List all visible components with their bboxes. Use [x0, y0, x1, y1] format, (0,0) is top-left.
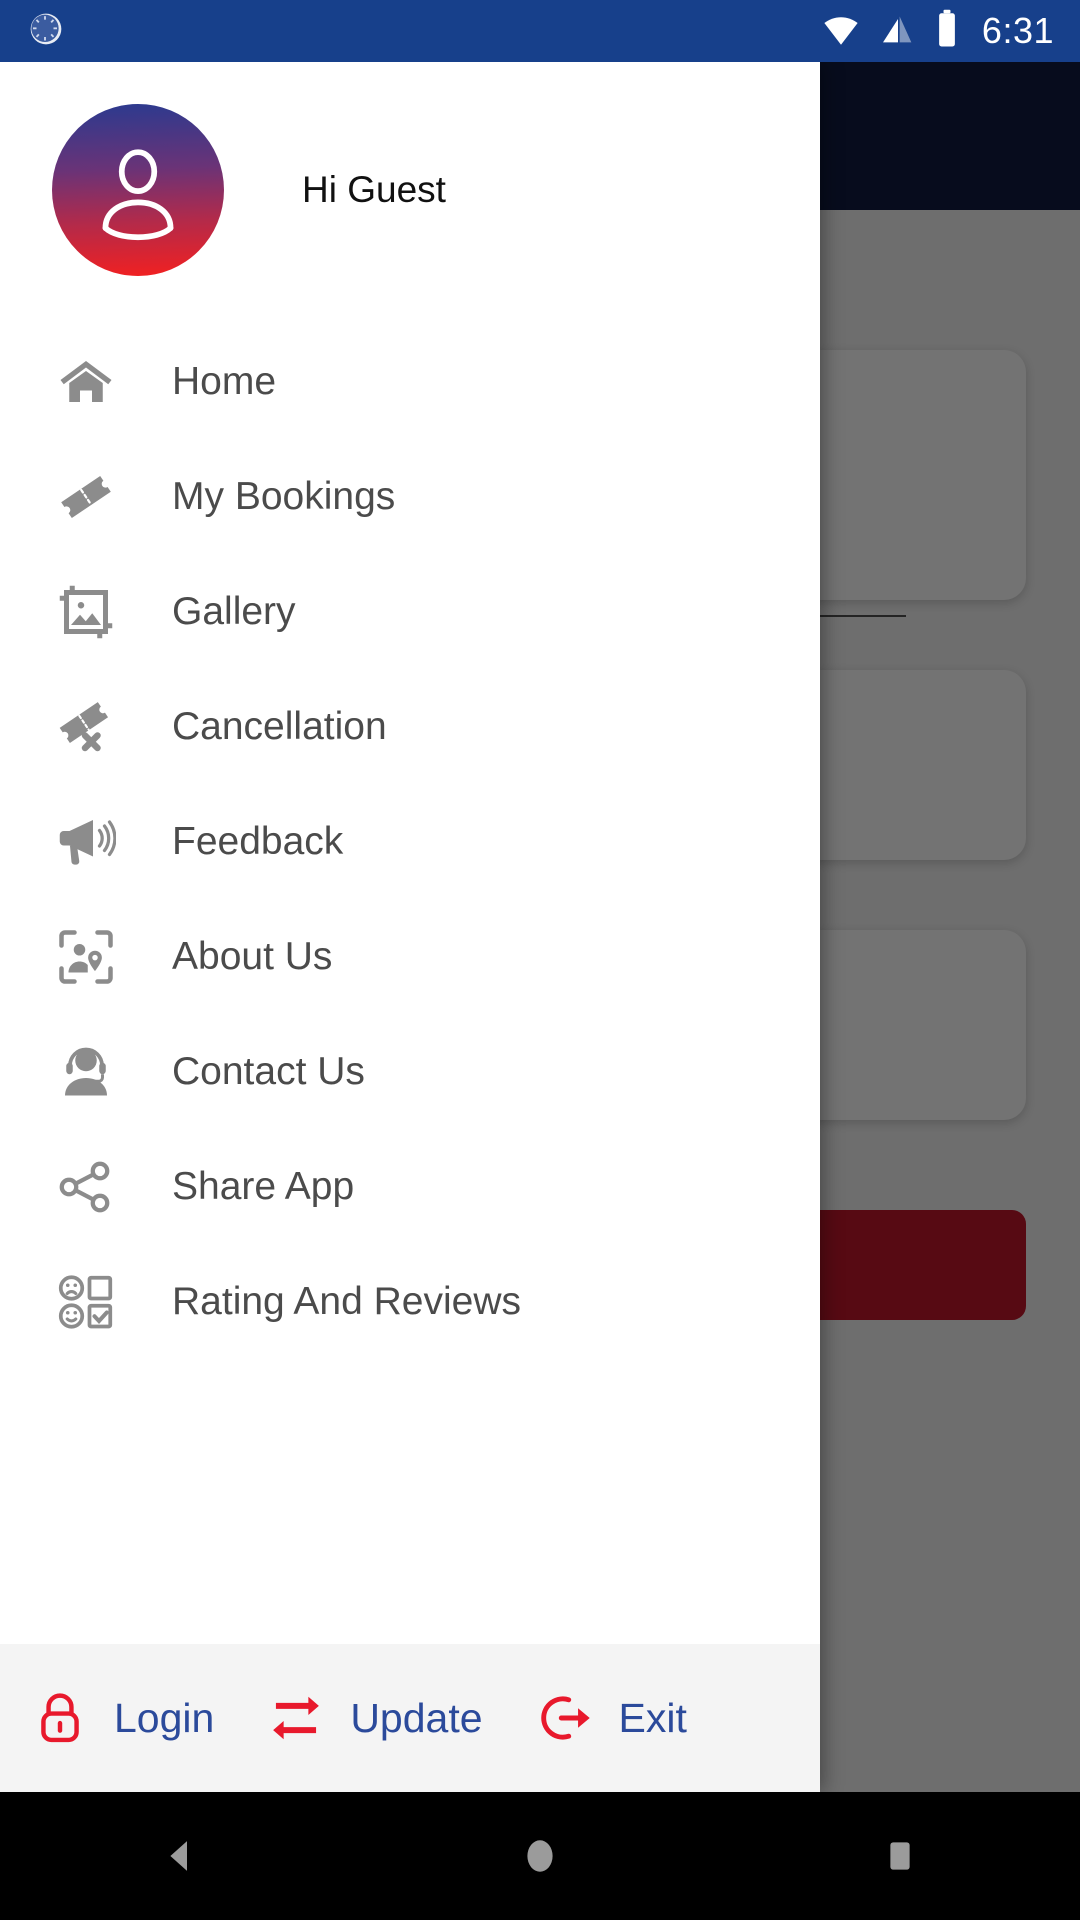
avatar[interactable]: [52, 104, 224, 276]
ticket-icon: [50, 461, 122, 533]
sidebar-item-label: Contact Us: [172, 1049, 365, 1093]
sidebar-item-contact-us[interactable]: Contact Us: [0, 1014, 820, 1129]
exit-label: Exit: [618, 1694, 687, 1741]
megaphone-icon: [50, 806, 122, 878]
home-icon: [50, 346, 122, 418]
drawer-header[interactable]: Hi Guest: [0, 62, 820, 316]
status-bar-notifications: [26, 9, 66, 54]
login-label: Login: [114, 1694, 215, 1741]
navigation-drawer: Hi Guest Home My Bookings Gallery Cancel…: [0, 62, 820, 1792]
person-avatar-icon: [102, 149, 174, 241]
update-button[interactable]: Update: [254, 1686, 522, 1750]
sidebar-item-label: Home: [172, 359, 277, 403]
sidebar-item-home[interactable]: Home: [0, 324, 820, 439]
cellular-signal-icon: [878, 9, 918, 54]
sidebar-item-label: Feedback: [172, 819, 344, 863]
image-crop-icon: [50, 576, 122, 648]
sidebar-item-label: About Us: [172, 934, 333, 978]
login-button[interactable]: Login: [18, 1686, 254, 1750]
status-bar-indicators: 6:31: [820, 8, 1054, 55]
sidebar-item-my-bookings[interactable]: My Bookings: [0, 439, 820, 554]
sidebar-item-gallery[interactable]: Gallery: [0, 554, 820, 669]
update-label: Update: [350, 1694, 483, 1741]
sidebar-item-label: Rating And Reviews: [172, 1279, 522, 1323]
home-circle-icon[interactable]: [480, 1792, 600, 1920]
android-navigation-bar: [0, 1792, 1080, 1920]
sidebar-item-cancellation[interactable]: Cancellation: [0, 669, 820, 784]
sidebar-item-about-us[interactable]: About Us: [0, 899, 820, 1014]
person-location-frame-icon: [50, 921, 122, 993]
swap-arrows-icon: [264, 1686, 328, 1750]
sidebar-item-label: Share App: [172, 1164, 355, 1208]
ticket-cancel-icon: [50, 691, 122, 763]
sidebar-item-feedback[interactable]: Feedback: [0, 784, 820, 899]
sidebar-item-label: Cancellation: [172, 704, 387, 748]
sidebar-item-rating-and-reviews[interactable]: Rating And Reviews: [0, 1244, 820, 1359]
sidebar-item-share-app[interactable]: Share App: [0, 1129, 820, 1244]
share-network-icon: [50, 1151, 122, 1223]
exit-button[interactable]: Exit: [523, 1686, 727, 1750]
sidebar-item-label: Gallery: [172, 589, 296, 633]
battery-icon: [934, 8, 960, 55]
status-bar: 6:31: [0, 0, 1080, 62]
headset-support-icon: [50, 1036, 122, 1108]
status-bar-clock: 6:31: [981, 10, 1054, 51]
lock-icon: [28, 1686, 92, 1750]
notification-spinner-icon: [26, 9, 66, 54]
greeting-text: Hi Guest: [302, 169, 446, 210]
survey-smiley-icon: [50, 1266, 122, 1338]
sidebar-item-label: My Bookings: [172, 474, 396, 518]
drawer-footer: Login Update Exit: [0, 1644, 820, 1792]
logout-icon: [533, 1686, 597, 1750]
recents-square-icon[interactable]: [840, 1792, 960, 1920]
drawer-menu: Home My Bookings Gallery Cancellation Fe…: [0, 316, 820, 1644]
back-triangle-icon[interactable]: [120, 1792, 240, 1920]
wifi-icon: [820, 8, 862, 55]
